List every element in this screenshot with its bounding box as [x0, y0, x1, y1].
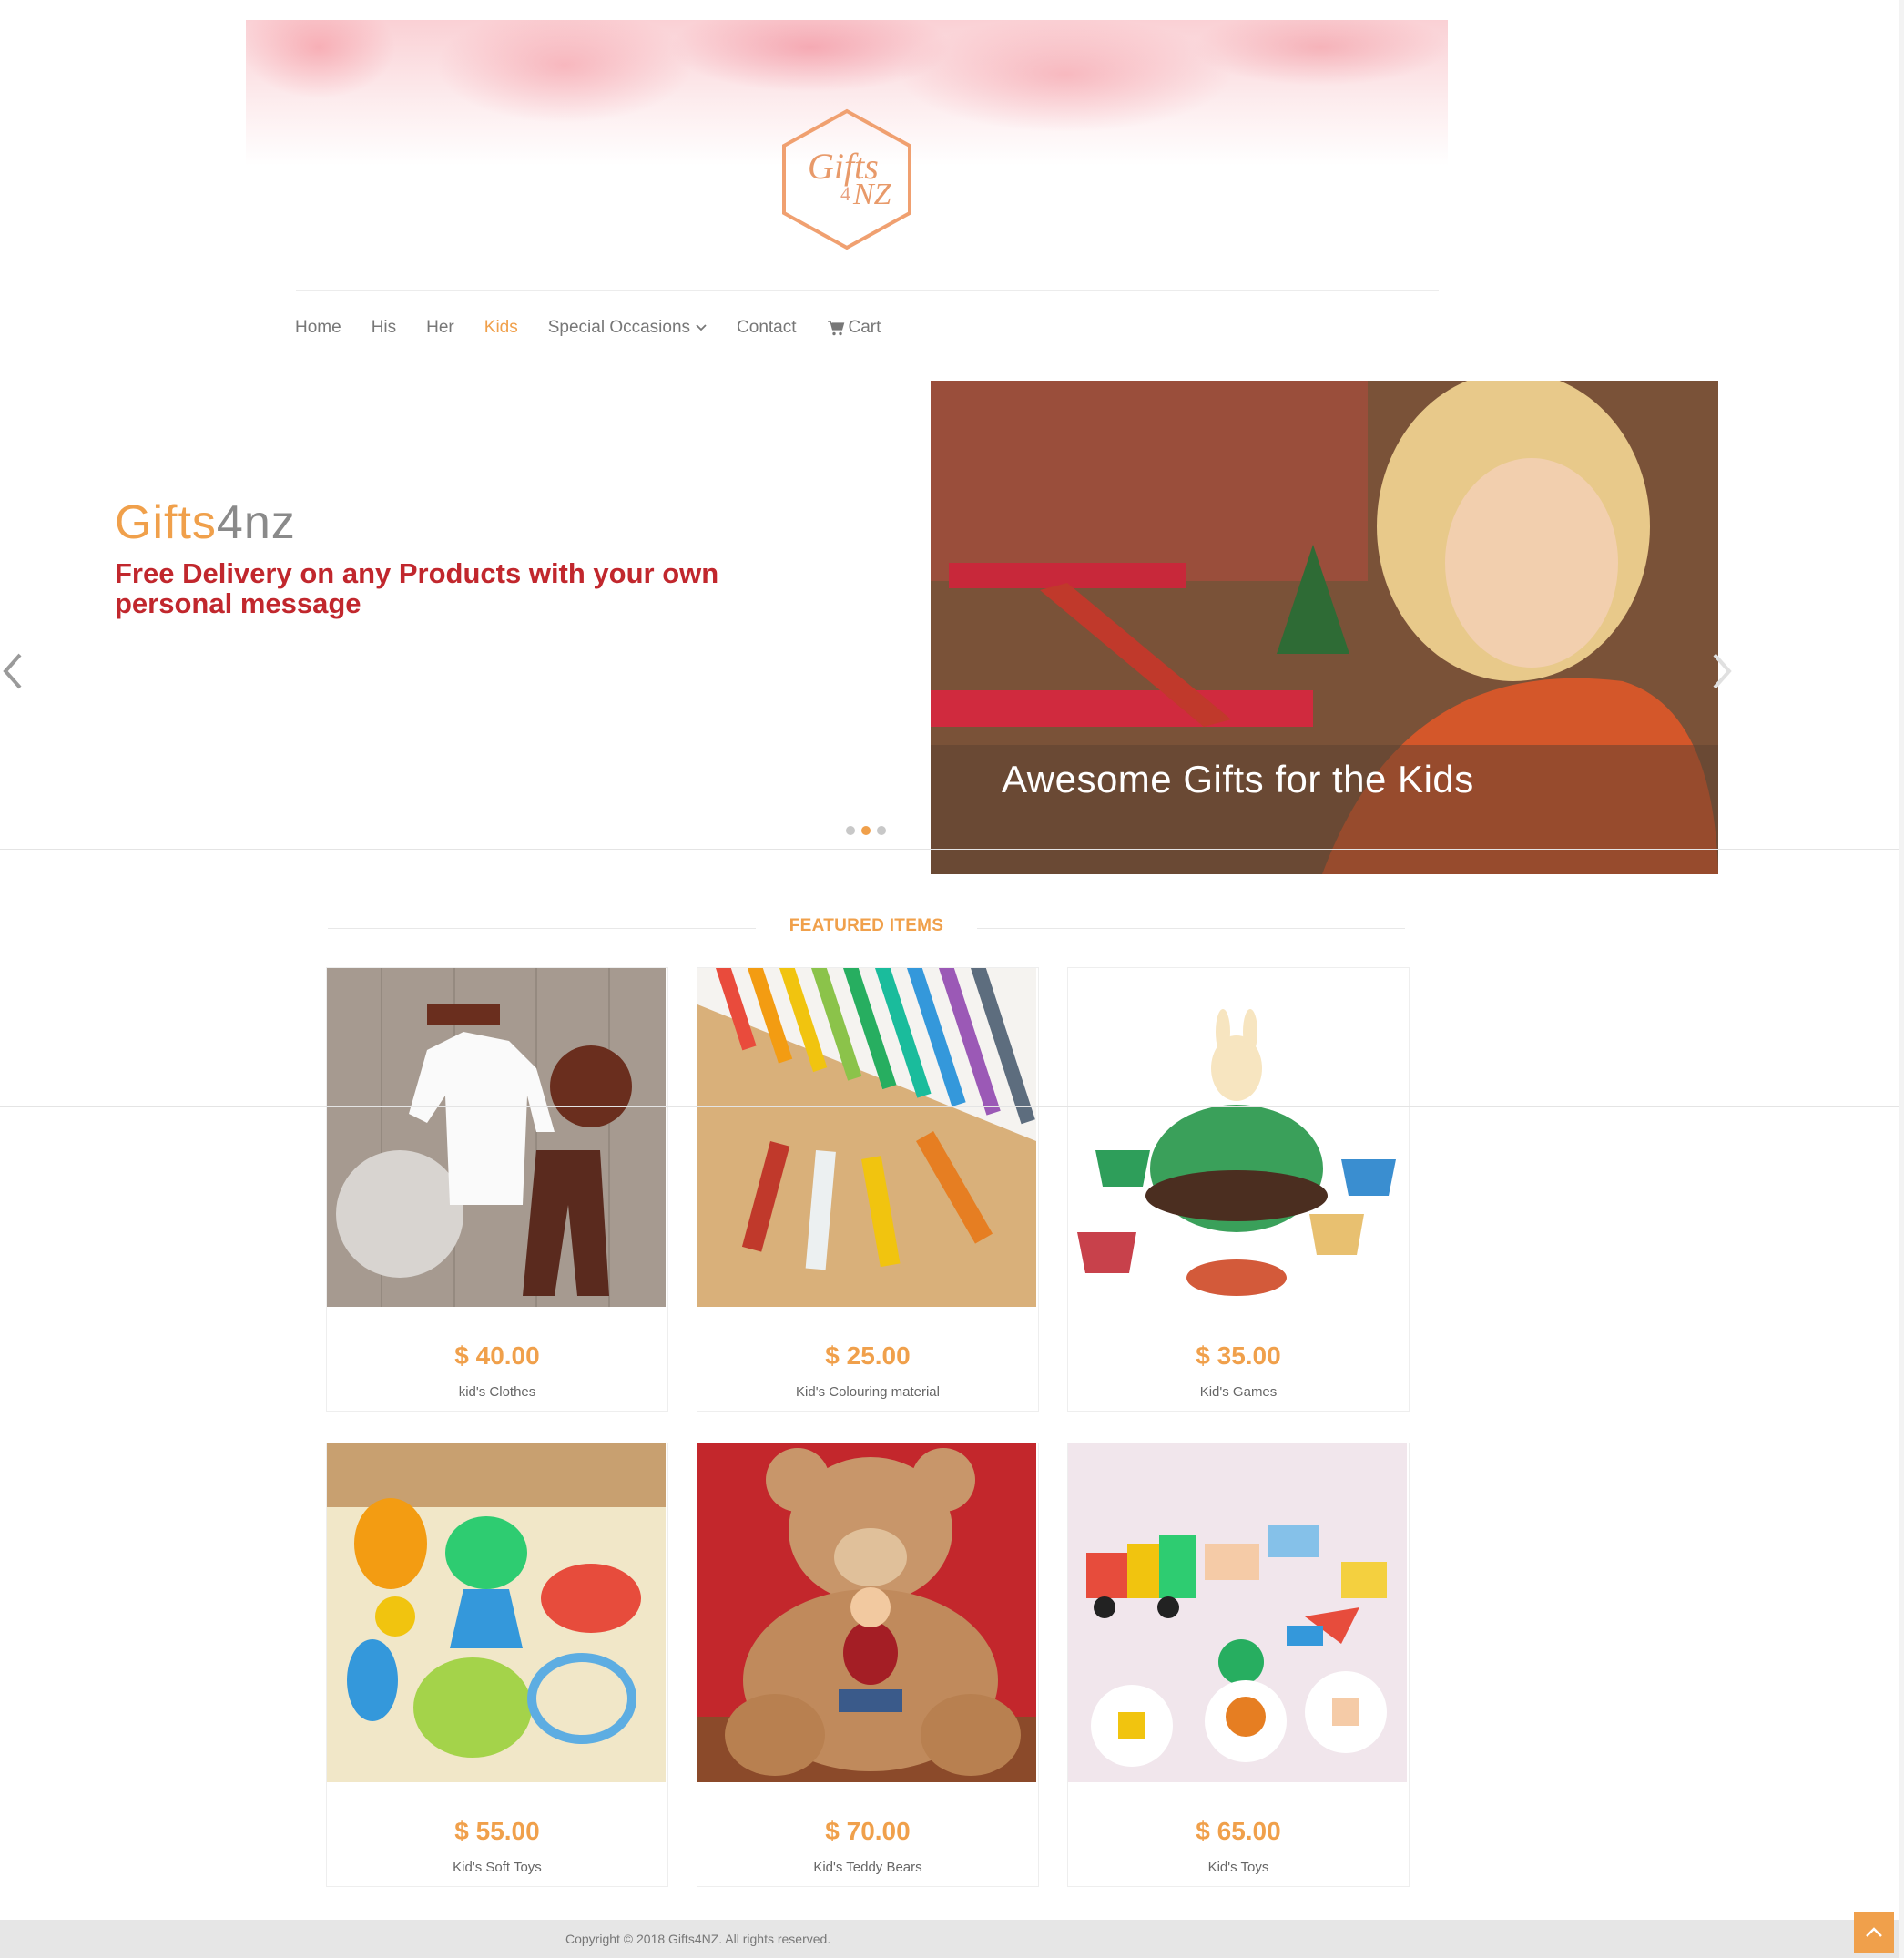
nav-special-occasions-label: Special Occasions: [547, 318, 691, 337]
section-divider-line: [0, 1106, 1904, 1107]
product-card-kids-games[interactable]: $ 35.00 Kid's Games: [1067, 967, 1410, 1412]
nav-her[interactable]: Her: [426, 318, 454, 338]
product-name[interactable]: Kid's Colouring material: [697, 1384, 1038, 1400]
hero-brand-title: Gifts4nz: [115, 495, 296, 550]
main-navigation: Home His Her Kids Special Occasions Cont…: [295, 318, 911, 338]
footer-copyright: Copyright © 2018 Gifts4NZ. All rights re…: [565, 1932, 831, 1946]
hero-brand-part1: Gifts: [115, 496, 217, 549]
product-name[interactable]: kid's Clothes: [327, 1384, 667, 1400]
chevron-up-icon: [1854, 1927, 1894, 1956]
chevron-down-icon: [696, 324, 707, 331]
nav-contact-label: Contact: [737, 318, 797, 337]
nav-kids-label: Kids: [484, 318, 518, 337]
slider-pagination: [846, 826, 886, 835]
product-card-kids-soft-toys[interactable]: $ 55.00 Kid's Soft Toys: [326, 1443, 668, 1887]
product-name[interactable]: Kid's Toys: [1068, 1860, 1409, 1875]
nav-home-label: Home: [295, 318, 341, 337]
nav-special-occasions[interactable]: Special Occasions: [548, 318, 707, 338]
hero-brand-part2: 4nz: [216, 496, 296, 549]
shopping-cart-icon: [827, 320, 845, 336]
product-price: $ 65.00: [1196, 1817, 1281, 1845]
product-price: $ 40.00: [454, 1341, 540, 1370]
product-price: $ 35.00: [1196, 1341, 1281, 1370]
nav-cart[interactable]: Cart: [827, 318, 881, 338]
nav-contact[interactable]: Contact: [737, 318, 796, 338]
product-image-kids-toys: [1068, 1443, 1407, 1782]
nav-home[interactable]: Home: [295, 318, 341, 338]
slider-dot-1[interactable]: [846, 826, 855, 835]
featured-items-title: FEATURED ITEMS: [789, 916, 944, 935]
hero-message: Free Delivery on any Products with your …: [115, 557, 719, 619]
product-image-kids-colouring-material: [697, 968, 1036, 1307]
slider-dot-3[interactable]: [877, 826, 886, 835]
product-card-kids-clothes[interactable]: $ 40.00 kid's Clothes: [326, 967, 668, 1412]
logo-text-4: 4: [840, 182, 850, 205]
nav-his-label: His: [371, 318, 397, 337]
site-logo[interactable]: Gifts 4 NZ: [779, 107, 915, 251]
product-name[interactable]: Kid's Teddy Bears: [697, 1860, 1038, 1875]
product-card-kids-teddy-bears[interactable]: $ 70.00 Kid's Teddy Bears: [697, 1443, 1039, 1887]
product-price: $ 70.00: [825, 1817, 911, 1845]
product-name[interactable]: Kid's Games: [1068, 1384, 1409, 1400]
slider-dot-2[interactable]: [861, 826, 871, 835]
slider-next-arrow[interactable]: [1707, 651, 1735, 691]
product-image-kids-teddy-bears: [697, 1443, 1036, 1782]
product-image-kids-games: [1068, 968, 1407, 1307]
header-divider: [296, 290, 1439, 291]
hero-slide-caption: Awesome Gifts for the Kids: [1002, 758, 1474, 801]
product-name[interactable]: Kid's Soft Toys: [327, 1860, 667, 1875]
product-card-kids-toys[interactable]: $ 65.00 Kid's Toys: [1067, 1443, 1410, 1887]
page-scrollbar[interactable]: [1899, 0, 1904, 1958]
nav-cart-label: Cart: [848, 318, 881, 337]
product-price: $ 25.00: [825, 1341, 911, 1370]
product-price: $ 55.00: [454, 1817, 540, 1845]
site-footer: Copyright © 2018 Gifts4NZ. All rights re…: [0, 1920, 1904, 1958]
product-card-kids-colouring-material[interactable]: $ 25.00 Kid's Colouring material: [697, 967, 1039, 1412]
logo-text-nz: NZ: [852, 178, 892, 211]
nav-his[interactable]: His: [372, 318, 396, 338]
scroll-to-top-button[interactable]: [1854, 1912, 1894, 1953]
nav-kids[interactable]: Kids: [484, 318, 518, 338]
slider-prev-arrow[interactable]: [0, 651, 27, 691]
product-image-kids-soft-toys: [327, 1443, 666, 1782]
nav-her-label: Her: [426, 318, 454, 337]
slider-bottom-divider: [0, 849, 1904, 850]
product-image-kids-clothes: [327, 968, 666, 1307]
